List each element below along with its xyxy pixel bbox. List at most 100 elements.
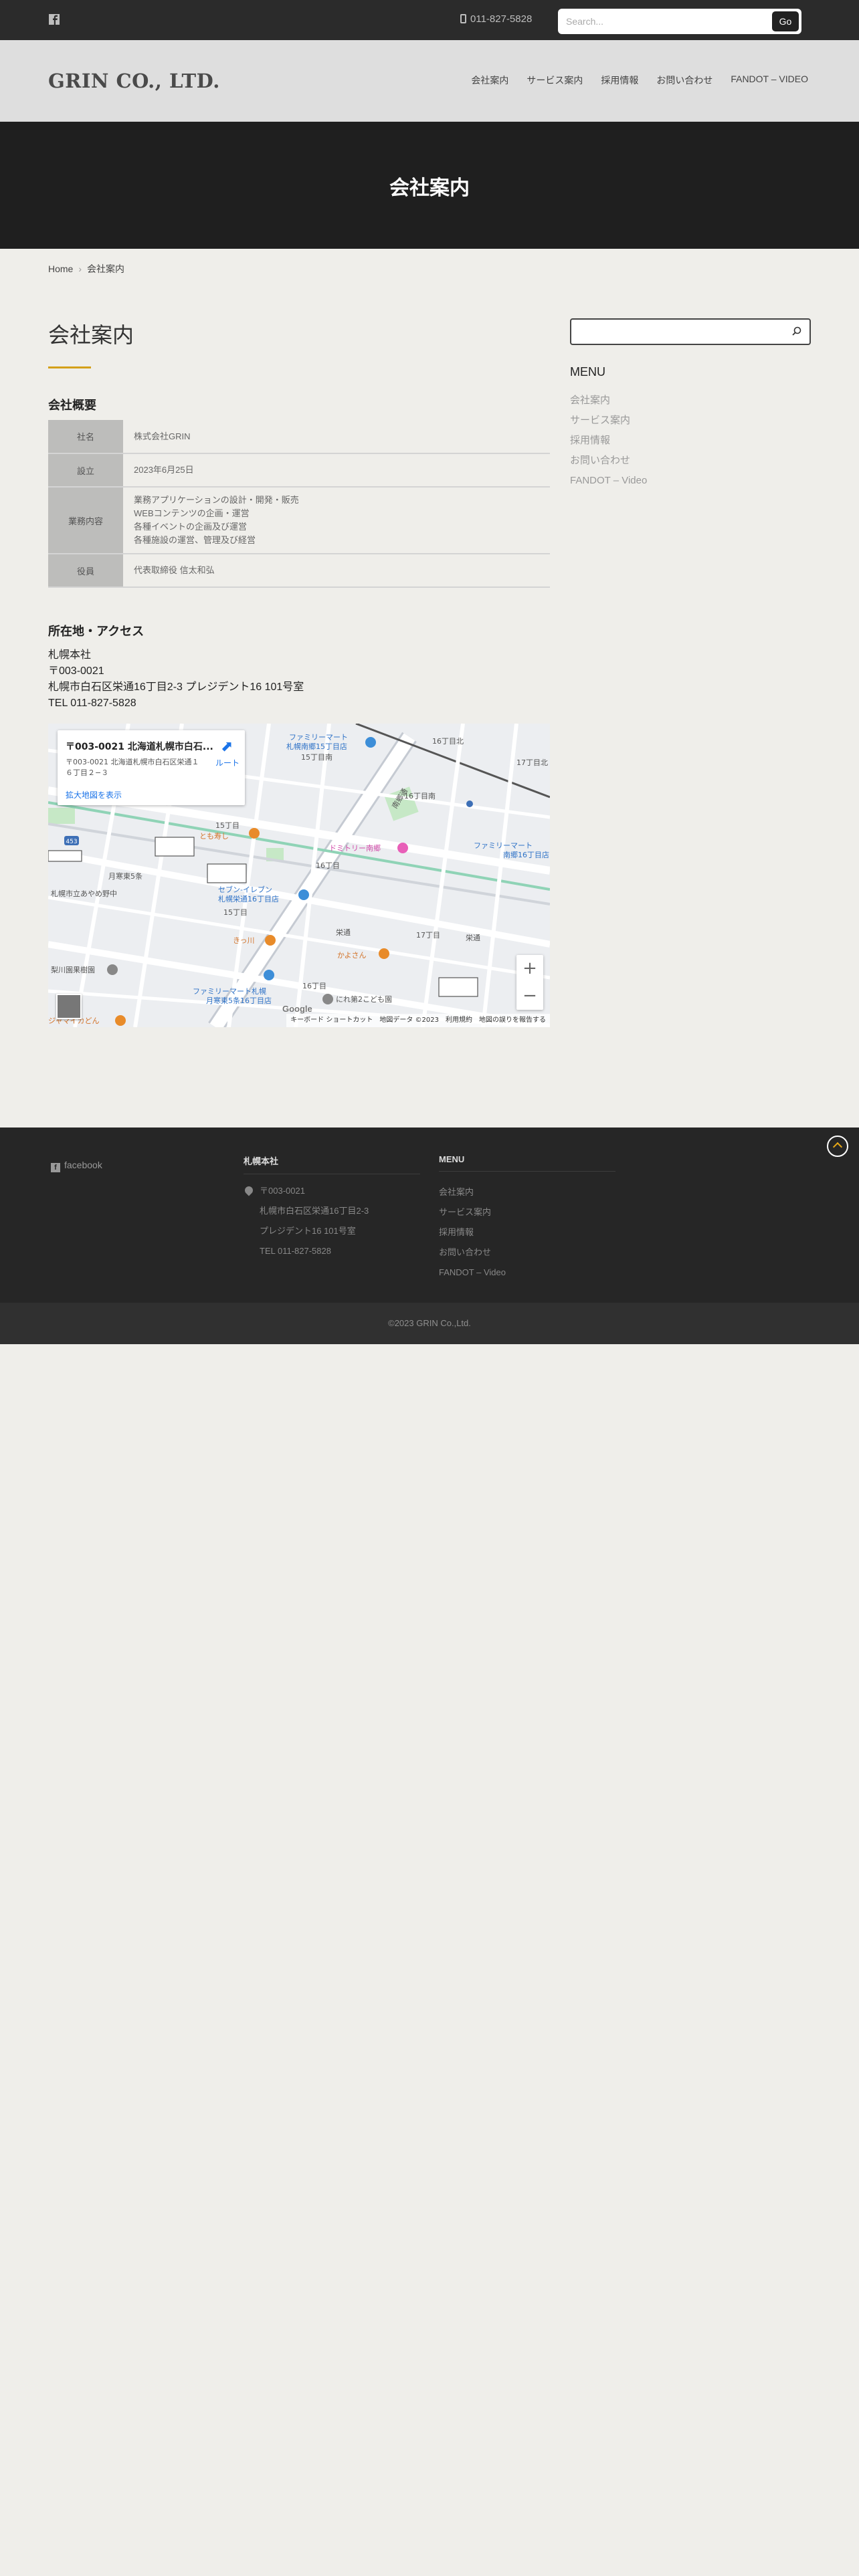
breadcrumb: Home › 会社案内 [48, 262, 124, 276]
breadcrumb-home[interactable]: Home [48, 263, 73, 274]
phone-icon [460, 14, 466, 23]
zoom-out-button[interactable]: − [516, 982, 543, 1010]
table-value-line: 各種施設の運営、管理及び経営 [134, 535, 256, 545]
footer-office-line: 〒003-0021 [260, 1186, 305, 1196]
sidebar-item-contact[interactable]: お問い合わせ [570, 451, 647, 471]
footer-item-recruit[interactable]: 採用情報 [439, 1222, 506, 1243]
table-row: 社名 株式会社GRIN [48, 420, 550, 454]
footer-office-line: TEL 011-827-5828 [260, 1246, 331, 1256]
map-label-famima2b: 南郷16丁目店 [503, 850, 549, 859]
map-label-g16: 16丁目 [316, 861, 340, 870]
sidebar-menu: 会社案内 サービス案内 採用情報 お問い合わせ FANDOT – Video [570, 391, 647, 491]
footer-menu-heading: MENU [439, 1154, 615, 1172]
site-header: GRIN CO., LTD. 会社案内 サービス案内 採用情報 お問い合わせ F… [0, 40, 859, 122]
table-label: 設立 [48, 453, 123, 488]
route-453-label: 453 [66, 839, 77, 845]
map-info-card: 〒003-0021 北海道札幌市白石... 〒003-0021 北海道札幌市白石… [58, 730, 245, 805]
map-label-dormy: ドミトリー南郷 [329, 843, 381, 853]
map-label-tomozushi: とも寿し [199, 831, 229, 841]
site-footer: f facebook 札幌本社 〒003-0021 札幌市白石区栄通16丁目2-3… [0, 1128, 859, 1303]
access-info: 札幌本社 〒003-0021 札幌市白石区栄通16丁目2-3 プレジデント16 … [48, 647, 304, 712]
map-label-g15b: 15丁目 [223, 908, 248, 917]
map-label-nanga16: 16丁目南 [404, 792, 436, 800]
map-label-famima2: ファミリーマート [474, 841, 533, 850]
sidebar-item-fandot[interactable]: FANDOT – Video [570, 471, 647, 491]
top-bar: 011-827-5828 Go [0, 0, 859, 40]
site-logo[interactable]: GRIN CO., LTD. [48, 70, 220, 92]
nav-item-recruit[interactable]: 採用情報 [601, 74, 638, 87]
map-attribution[interactable]: キーボード ショートカット 地図データ ©2023 利用規約 地図の誤りを報告す… [286, 1014, 550, 1027]
table-label: 役員 [48, 554, 123, 588]
footer-item-fandot[interactable]: FANDOT – Video [439, 1263, 506, 1283]
main-nav: 会社案内 サービス案内 採用情報 お問い合わせ FANDOT – VIDEO [471, 74, 808, 87]
map-label-g17: 17丁目 [416, 931, 440, 940]
table-value-line: 業務アプリケーションの設計・開発・販売 [134, 495, 299, 505]
footer-item-company[interactable]: 会社案内 [439, 1182, 506, 1202]
map-zoom-controls: + − [516, 955, 543, 1010]
map-label-tsukisamu: 月寒東5条 [108, 871, 142, 881]
map-label-kyomi: きっ川 [233, 936, 255, 945]
company-table: 社名 株式会社GRIN 設立 2023年6月25日 業務内容 業務アプリケーショ… [48, 420, 550, 588]
sidebar-item-company[interactable]: 会社案内 [570, 391, 647, 411]
table-row: 設立 2023年6月25日 [48, 453, 550, 488]
directions-icon[interactable]: ⬈ [221, 738, 233, 755]
table-value-line: 各種イベントの企画及び運営 [134, 522, 248, 532]
page-hero: 会社案内 [0, 122, 859, 249]
footer-office-line: 札幌市白石区栄通16丁目2-3 [260, 1206, 369, 1216]
page-title: 会社案内 [48, 322, 134, 348]
map-label-sakaedori: 栄通 [466, 933, 480, 942]
access-line: 札幌本社 [48, 649, 92, 661]
table-value-line: 株式会社GRIN [134, 431, 191, 441]
sidebar-search-input[interactable] [578, 325, 779, 338]
footer-item-services[interactable]: サービス案内 [439, 1202, 506, 1222]
table-label: 社名 [48, 420, 123, 454]
breadcrumb-current: 会社案内 [87, 263, 125, 274]
map-label-nanga15: 15丁目南 [301, 753, 332, 762]
facebook-icon: f [51, 1163, 60, 1172]
table-row: 役員 代表取締役 信太和弘 [48, 554, 550, 588]
map-label-famima3b: 月寒東5条16丁目店 [206, 996, 272, 1005]
map-label-g15: 15丁目 [215, 821, 240, 830]
go-button[interactable]: Go [772, 11, 799, 31]
table-value: 株式会社GRIN [123, 420, 550, 454]
satellite-toggle[interactable] [56, 994, 82, 1019]
map-label-sakaedori2: 栄通 [336, 928, 351, 937]
enlarge-map-link[interactable]: 拡大地図を表示 [66, 789, 122, 800]
footer-facebook-label: facebook [64, 1160, 102, 1170]
search-icon[interactable] [792, 326, 801, 336]
sidebar-item-recruit[interactable]: 採用情報 [570, 431, 647, 451]
nav-item-services[interactable]: サービス案内 [527, 74, 583, 87]
sidebar-menu-heading: MENU [570, 365, 605, 379]
map-label-nara: 梨川園果樹園 [51, 965, 95, 974]
map-label-g16b: 16丁目 [302, 982, 326, 990]
nav-item-company[interactable]: 会社案内 [471, 74, 508, 87]
footer-item-contact[interactable]: お問い合わせ [439, 1243, 506, 1263]
phone-text: 011-827-5828 [470, 13, 533, 25]
table-label: 業務内容 [48, 487, 123, 554]
top-search-input[interactable] [566, 13, 767, 30]
map-label-kayo: かよさん [337, 951, 366, 960]
footer-office-line: プレジデント16 101号室 [260, 1226, 356, 1236]
table-value: 2023年6月25日 [123, 453, 550, 488]
copyright: ©2023 GRIN Co.,Ltd. [0, 1303, 859, 1344]
map-label-seven1b: 札幌栄通16丁目店 [218, 894, 279, 903]
table-row: 業務内容 業務アプリケーションの設計・開発・販売 WEBコンテンツの企画・運営 … [48, 487, 550, 554]
map-label-famima1: ファミリーマート [289, 733, 348, 742]
table-value-line: 2023年6月25日 [134, 465, 194, 475]
zoom-in-button[interactable]: + [516, 955, 543, 982]
route-link[interactable]: ルート [215, 757, 240, 768]
google-map[interactable]: 453 ファミリーマート 札幌南郷15丁目店 15丁目南 16丁目北 17丁目北… [48, 724, 550, 1027]
overview-heading: 会社概要 [48, 399, 96, 413]
top-search-box: Go [558, 9, 801, 34]
footer-facebook-link[interactable]: f facebook [51, 1160, 102, 1172]
map-label-famima1b: 札幌南郷15丁目店 [286, 742, 347, 751]
table-value-line: 代表取締役 信太和弘 [134, 565, 215, 575]
nav-item-fandot[interactable]: FANDOT – VIDEO [731, 74, 808, 87]
hero-title: 会社案内 [389, 177, 470, 200]
back-to-top-button[interactable] [827, 1136, 848, 1157]
sidebar-item-services[interactable]: サービス案内 [570, 411, 647, 431]
nav-item-contact[interactable]: お問い合わせ [656, 74, 712, 87]
chevron-up-icon [832, 1142, 843, 1152]
facebook-icon[interactable] [48, 13, 62, 27]
map-label-nanga16b: 16丁目北 [432, 737, 464, 746]
